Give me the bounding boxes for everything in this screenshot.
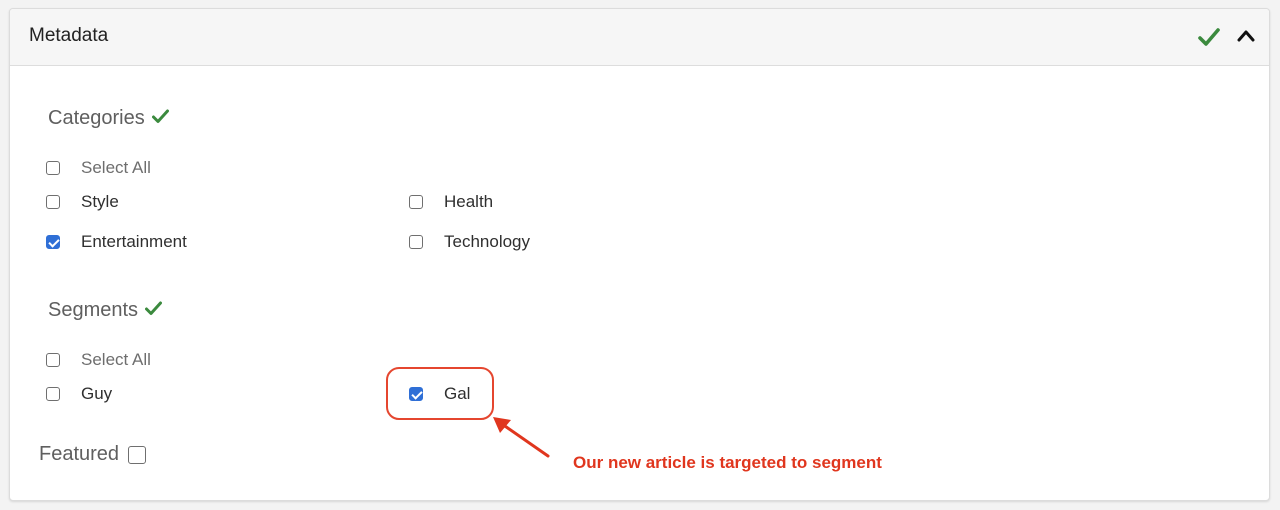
featured-checkbox[interactable] [128, 445, 147, 464]
check-icon [151, 109, 169, 123]
annotation-text: Our new article is targeted to segment [573, 453, 882, 472]
category-style[interactable]: Style [46, 192, 119, 212]
option-label: Style [81, 192, 119, 211]
segments-select-all[interactable]: Select All [46, 350, 151, 370]
segments-label: Segments [48, 299, 139, 321]
highlight-outline [386, 367, 494, 420]
categories-label: Categories [48, 107, 145, 129]
segment-guy[interactable]: Guy [46, 384, 112, 404]
featured-field: Featured [39, 443, 147, 466]
category-entertainment[interactable]: Entertainment [46, 232, 187, 252]
chevron-up-icon[interactable] [1236, 26, 1256, 46]
checkbox[interactable] [46, 195, 60, 209]
checkbox[interactable] [46, 353, 60, 367]
category-technology[interactable]: Technology [409, 232, 530, 252]
option-label: Select All [81, 158, 151, 177]
categories-title: Categories [48, 107, 169, 130]
arrow-icon [493, 417, 550, 458]
panel-title: Metadata [29, 25, 109, 46]
option-label: Technology [444, 232, 531, 251]
segments-title: Segments [48, 299, 163, 322]
option-label: Guy [81, 384, 113, 403]
checkbox[interactable] [46, 161, 60, 175]
checkbox[interactable] [409, 235, 423, 249]
categories-select-all[interactable]: Select All [46, 158, 151, 178]
check-icon [145, 301, 163, 315]
checkbox[interactable] [409, 195, 423, 209]
category-health[interactable]: Health [409, 192, 493, 212]
featured-label: Featured [39, 443, 120, 465]
option-label: Entertainment [81, 232, 187, 251]
check-icon [1198, 28, 1220, 46]
panel-header[interactable]: Metadata [10, 9, 1269, 66]
option-label: Health [444, 192, 494, 211]
metadata-panel: Metadata [9, 8, 1270, 501]
checkbox[interactable] [46, 387, 60, 401]
checkbox-checked[interactable] [46, 235, 60, 249]
option-label: Select All [81, 350, 151, 369]
